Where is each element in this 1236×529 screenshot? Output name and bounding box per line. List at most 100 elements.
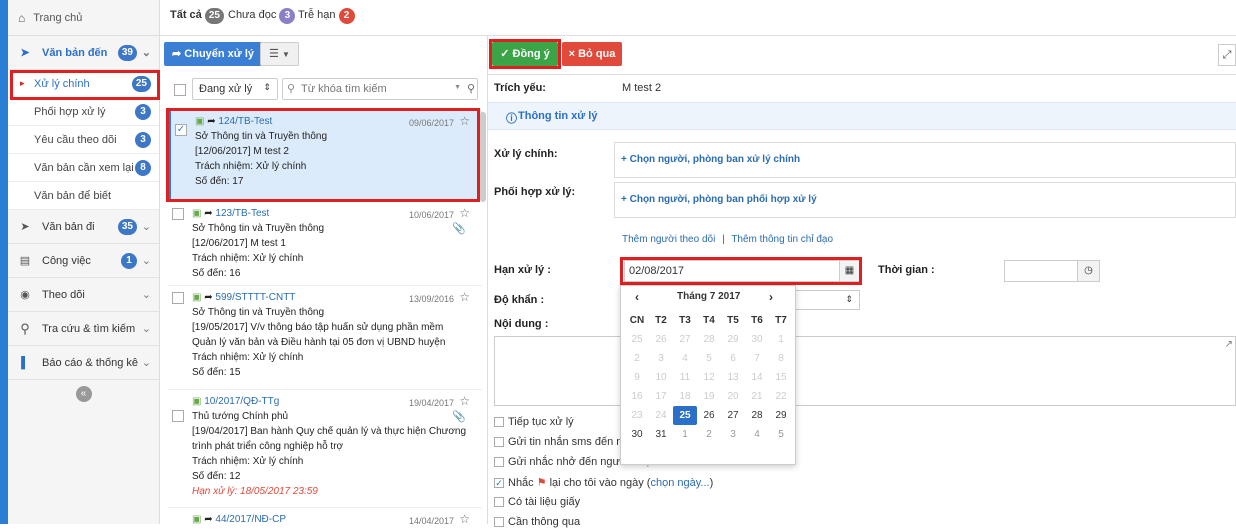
list-scrollbar[interactable] [480, 112, 486, 202]
expand-icon[interactable]: ⤢ [1218, 44, 1236, 66]
tab-overdue[interactable]: Trễ hạn 2 [298, 8, 355, 24]
remind-me-checkbox[interactable]: ✓ Nhắc ⚑ lại cho tôi vào ngày ( chọn ngà… [494, 476, 713, 489]
sidebar-item-follow-request[interactable]: Yêu cầu theo dõi 3 [8, 126, 159, 154]
calendar-day[interactable]: 30 [625, 425, 649, 444]
send-sms-checkbox[interactable]: Gửi tin nhắn sms đến n [494, 436, 622, 448]
document-icon: ▣ [192, 396, 202, 407]
collapse-sidebar-button[interactable]: « [75, 386, 92, 402]
sidebar-item-for-info[interactable]: Văn bản để biết [8, 182, 159, 210]
list-item[interactable]: ✓ ▣ ➦ 124/TB-Test Sở Thông tin và Truyền… [168, 110, 482, 200]
search-input[interactable] [301, 81, 451, 97]
sidebar-item-main-processing[interactable]: ▸ Xử lý chính 25 [8, 70, 159, 98]
resize-icon[interactable]: ↗ [1225, 339, 1233, 350]
choose-main-processor-link[interactable]: + Chọn người, phòng ban xử lý chính [614, 142, 1236, 178]
month-label[interactable]: Tháng 7 2017 [677, 291, 740, 302]
sidebar-item-review[interactable]: Văn bản cần xem lại 8 [8, 154, 159, 182]
sidebar-item-outgoing[interactable]: ➤ Văn bản đi 35 ⌄ [8, 210, 159, 244]
star-icon[interactable]: ☆ [459, 394, 470, 409]
paper-document-checkbox[interactable]: Có tài liệu giấy [494, 496, 580, 508]
forward-button[interactable]: ➦ Chuyển xử lý [164, 42, 262, 66]
skip-button[interactable]: × Bỏ qua [562, 42, 622, 66]
item-number: Số đến: 17 [195, 176, 244, 187]
calendar-week: 16 17 18 19 20 21 22 [625, 387, 793, 406]
item-org: Thủ tướng Chính phủ [192, 411, 289, 422]
sidebar-item-reports[interactable]: ▌ Báo cáo & thống kê ⌄ [8, 346, 159, 380]
star-icon[interactable]: ☆ [459, 206, 470, 221]
status-filter-select[interactable]: Đang xử lý ⇕ [192, 78, 278, 100]
sidebar-item-follow[interactable]: ◉ Theo dõi ⌄ [8, 278, 159, 312]
item-checkbox[interactable]: ✓ [175, 124, 187, 136]
sidebar-item-home[interactable]: ⌂ Trang chủ [8, 0, 159, 36]
sidebar-item-label: Báo cáo & thống kê [42, 356, 139, 369]
calendar-day[interactable]: 27 [721, 406, 745, 425]
add-directive-link[interactable]: Thêm thông tin chỉ đạo [731, 234, 833, 245]
sidebar-item-label: Phối hợp xử lý [34, 105, 106, 118]
tab-unread[interactable]: Chưa đọc 3 [228, 8, 296, 24]
item-number: Số đến: 15 [192, 367, 241, 378]
item-summary: [19/05/2017] V/v thông báo tập huấn sử d… [192, 322, 446, 348]
calendar-day[interactable]: 4 [745, 425, 769, 444]
calendar-day[interactable]: 1 [673, 425, 697, 444]
count-badge: 3 [135, 132, 151, 148]
needs-approval-checkbox[interactable]: Cần thông qua [494, 516, 580, 528]
list-item[interactable]: ▣ ➦ 599/STTTT-CNTT Sở Thông tin và Truyề… [168, 286, 482, 390]
prev-month-button[interactable]: ‹ [635, 290, 639, 304]
tab-all[interactable]: Tất cả 25 [170, 8, 224, 24]
time-label: Thời gian : [878, 264, 935, 276]
search-field[interactable]: ⚲ ▼ ⚲ [282, 78, 478, 100]
updown-icon: ⇕ [845, 294, 853, 304]
calendar-day[interactable]: 5 [769, 425, 793, 444]
calendar-day[interactable]: 3 [721, 425, 745, 444]
calendar-day: 14 [751, 372, 763, 383]
count-badge: 35 [117, 219, 137, 235]
calendar-icon[interactable]: ▦ [839, 261, 859, 281]
next-month-button[interactable]: › [769, 290, 773, 304]
list-icon: ☰ [269, 48, 279, 60]
checkbox-label: Có tài liệu giấy [508, 496, 581, 508]
calendar-day[interactable]: 29 [769, 406, 793, 425]
calendar-day[interactable]: 25 [673, 406, 697, 425]
approve-button-label: Đồng ý [512, 48, 550, 60]
sidebar-item-incoming[interactable]: ➤ Văn bản đến 39 ⌄ [8, 36, 159, 70]
item-checkbox[interactable] [172, 410, 184, 422]
choose-date-link[interactable]: chọn ngày... [650, 477, 709, 489]
item-org: Sở Thông tin và Truyền thông [192, 223, 325, 234]
arrow-circle-icon: ➤ [20, 47, 30, 59]
urgency-label: Độ khẩn : [494, 294, 545, 306]
add-follower-link[interactable]: Thêm người theo dõi [622, 234, 715, 245]
item-checkbox[interactable] [172, 292, 184, 304]
list-item[interactable]: ▣ ➦ 123/TB-Test Sở Thông tin và Truyền t… [168, 202, 482, 286]
info-tab[interactable]: ⓘ Thông tin xử lý [488, 102, 1236, 130]
choose-coordinator-link[interactable]: + Chọn người, phòng ban phối hợp xử lý [614, 182, 1236, 218]
calendar-day[interactable]: 28 [745, 406, 769, 425]
item-summary: [12/06/2017] M test 1 [192, 238, 286, 249]
calendar-day[interactable]: 31 [649, 425, 673, 444]
star-icon[interactable]: ☆ [459, 512, 470, 527]
continue-processing-checkbox[interactable]: Tiếp tục xử lý [494, 416, 574, 428]
sidebar-item-search[interactable]: ⚲ Tra cứu & tìm kiếm ⌄ [8, 312, 159, 346]
search-icon[interactable]: ⚲ [467, 82, 475, 95]
select-all-checkbox[interactable] [174, 84, 186, 96]
updown-icon: ⇕ [263, 82, 271, 92]
calendar-day[interactable]: 2 [697, 425, 721, 444]
deadline-input[interactable]: 02/08/2017 ▦ [624, 260, 860, 282]
clock-icon[interactable]: ◷ [1077, 261, 1099, 281]
calendar-day: 22 [775, 391, 787, 402]
list-menu-button[interactable]: ☰ ▼ [260, 42, 299, 66]
star-icon[interactable]: ☆ [459, 114, 470, 129]
star-icon[interactable]: ☆ [459, 290, 470, 305]
calendar-week: 30 31 1 2 3 4 5 [625, 425, 793, 444]
coordinator-label: Phối hợp xử lý: [494, 186, 576, 198]
sidebar-item-tasks[interactable]: ▤ Công việc 1 ⌄ [8, 244, 159, 278]
calendar-day: 25 [631, 334, 643, 345]
urgency-select[interactable]: ⇕ [792, 290, 860, 310]
calendar-day[interactable]: 26 [697, 406, 721, 425]
content-textarea[interactable]: ↗ [494, 336, 1236, 406]
time-input[interactable]: ◷ [1004, 260, 1100, 282]
list-item[interactable]: ▣ 10/2017/QĐ-TTg Thủ tướng Chính phủ [19… [168, 390, 482, 508]
item-date: 09/06/2017 [408, 118, 454, 128]
list-item[interactable]: ▣ ➦ 44/2017/NĐ-CP 14/04/2017 ☆ [168, 508, 482, 527]
approve-button[interactable]: ✓ Đồng ý [492, 42, 558, 66]
item-checkbox[interactable] [172, 208, 184, 220]
sidebar-item-coordinate[interactable]: Phối hợp xử lý 3 [8, 98, 159, 126]
